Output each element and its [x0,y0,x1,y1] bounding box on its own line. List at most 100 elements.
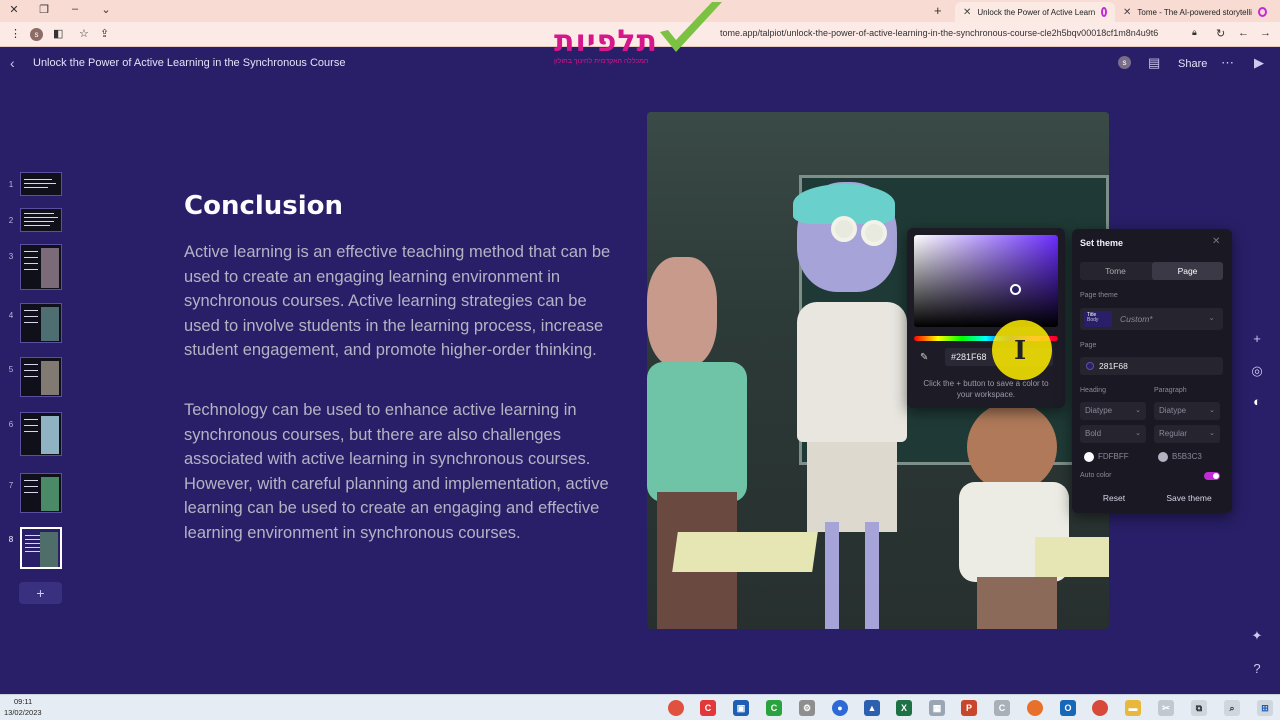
slide-paragraph[interactable]: Technology can be used to enhance active… [184,398,624,546]
paragraph-weight-select[interactable]: Regular ⌄ [1154,425,1220,443]
zoom-icon[interactable]: ● [832,700,848,716]
slide-number: 6 [8,420,14,429]
forward-arrow-icon[interactable]: → [1260,27,1271,39]
record-icon[interactable]: ◎ [1249,363,1265,379]
store-icon[interactable]: ▣ [733,700,749,716]
profile-avatar[interactable]: s [30,28,43,41]
browser-tab[interactable]: ✕ Tome - The AI-powered storytelli [1115,2,1275,22]
student-left-head [647,257,717,367]
minimize-window-icon[interactable]: – [67,3,83,15]
slide-preview [20,527,62,569]
restore-window-icon[interactable]: ❐ [36,3,52,16]
chevron-down-icon[interactable]: ⌄ [98,3,114,16]
tab-tome[interactable]: Tome [1080,262,1151,280]
student-tall-leg [865,522,879,629]
windows-start-icon[interactable]: ⊞ [1257,700,1273,716]
saturation-value-area[interactable] [914,235,1058,327]
tab-page[interactable]: Page [1152,262,1223,280]
green-app-icon[interactable]: C [766,700,782,716]
slide-thumbnail-6[interactable]: 6 [0,412,70,458]
student-right-legs [977,577,1057,629]
sidebar-icon[interactable]: ◧ [53,27,63,40]
play-icon[interactable]: ▶ [1254,55,1264,71]
calendar-app-icon[interactable]: C [700,700,716,716]
comment-icon[interactable]: ▤ [1148,55,1160,71]
menu-dots-icon[interactable]: ⋮ [10,27,21,40]
picker-hint: Click the + button to save a color to yo… [923,379,1049,399]
tab-label: Unlock the Power of Active Learn [977,7,1096,17]
slide-preview [20,357,62,397]
eyedropper-icon[interactable]: ✎ [920,352,928,363]
chevron-down-icon: ⌄ [1209,430,1215,437]
save-theme-button[interactable]: Save theme [1154,490,1224,506]
share-page-icon[interactable]: ⇪ [100,27,109,40]
page-color-dot [1086,362,1094,370]
page-theme-select[interactable]: Title Body Custom* ⌄ [1080,308,1223,330]
cm-app-icon[interactable]: C [994,700,1010,716]
paragraph-color-dot [1158,452,1168,462]
star-icon[interactable]: ☆ [79,27,89,40]
photos-icon[interactable]: ▲ [864,700,880,716]
slide-number: 2 [8,216,14,225]
slide-number: 3 [8,252,14,261]
chrome-icon[interactable] [668,700,684,716]
chrome-profile-icon[interactable] [1092,700,1108,716]
slide-thumbnail-8[interactable]: 8 [0,527,70,573]
auto-color-toggle[interactable] [1204,472,1220,480]
settings-gear-icon[interactable]: ⚙ [799,700,815,716]
slide-thumbnail-5[interactable]: 5 [0,357,70,403]
heading-font-select[interactable]: Diatype ⌄ [1080,402,1146,420]
close-tab-icon[interactable]: ✕ [1123,7,1131,18]
slide-title[interactable]: Conclusion [184,191,343,221]
close-icon[interactable]: ✕ [1212,236,1220,247]
glasses-right [861,220,887,246]
url-field[interactable]: tome.app/talpiot/unlock-the-power-of-act… [720,28,1158,38]
reload-icon[interactable]: ↻ [1216,27,1225,40]
outlook-icon[interactable]: O [1060,700,1076,716]
slide-thumbnail-3[interactable]: 3 [0,244,70,290]
calculator-icon[interactable]: ▦ [929,700,945,716]
page-color-field[interactable]: 281F68 [1080,357,1223,375]
student-tall-leg [825,522,839,629]
snipping-tool-icon[interactable]: ✂ [1158,700,1174,716]
reset-button[interactable]: Reset [1080,490,1148,506]
slide-thumbnail-7[interactable]: 7 [0,473,70,519]
slide-paragraph[interactable]: Active learning is an effective teaching… [184,240,624,363]
tome-favicon-icon [1101,7,1107,17]
paragraph-font-select[interactable]: Diatype ⌄ [1154,402,1220,420]
slide-number: 8 [8,535,14,544]
sparkle-icon[interactable]: ✦ [1249,628,1265,644]
folder-icon[interactable]: ▬ [1125,700,1141,716]
search-icon[interactable]: ⌕ [1224,700,1240,716]
paragraph-color-field[interactable]: B5B3C3 [1154,448,1220,466]
heading-color-value: FDFBFF [1098,452,1129,461]
heading-color-field[interactable]: FDFBFF [1080,448,1146,466]
new-tab-icon[interactable]: + [934,3,942,18]
add-icon[interactable]: + [1249,331,1265,346]
slide-preview [20,412,62,456]
close-tab-icon[interactable]: ✕ [963,7,971,18]
slide-thumbnail-4[interactable]: 4 [0,303,70,349]
excel-icon[interactable]: X [896,700,912,716]
document-title: Unlock the Power of Active Learning in t… [33,57,346,69]
palette-icon[interactable]: ◐ [1249,394,1265,409]
firefox-icon[interactable] [1027,700,1043,716]
paragraph-font-value: Diatype [1159,406,1187,415]
desk-right [1035,537,1109,577]
powerpoint-icon[interactable]: P [961,700,977,716]
chevron-down-icon: ⌄ [1135,407,1141,414]
color-handle[interactable] [1010,284,1021,295]
share-button[interactable]: Share [1178,58,1207,70]
close-window-icon[interactable]: ✕ [6,3,22,16]
back-arrow-icon[interactable]: ← [1238,27,1249,39]
help-icon[interactable]: ? [1249,661,1265,676]
panel-title: Set theme [1080,238,1124,248]
back-icon[interactable]: ‹ [10,55,15,71]
more-options-icon[interactable]: ⋯ [1221,55,1234,71]
task-view-icon[interactable]: ⧉ [1191,700,1207,716]
heading-weight-select[interactable]: Bold ⌄ [1080,425,1146,443]
clock-date: 13/02/2023 [4,708,42,717]
browser-tab-active[interactable]: ✕ Unlock the Power of Active Learn [955,2,1115,22]
avatar[interactable]: s [1118,56,1131,69]
add-slide-button[interactable]: + [19,582,62,604]
